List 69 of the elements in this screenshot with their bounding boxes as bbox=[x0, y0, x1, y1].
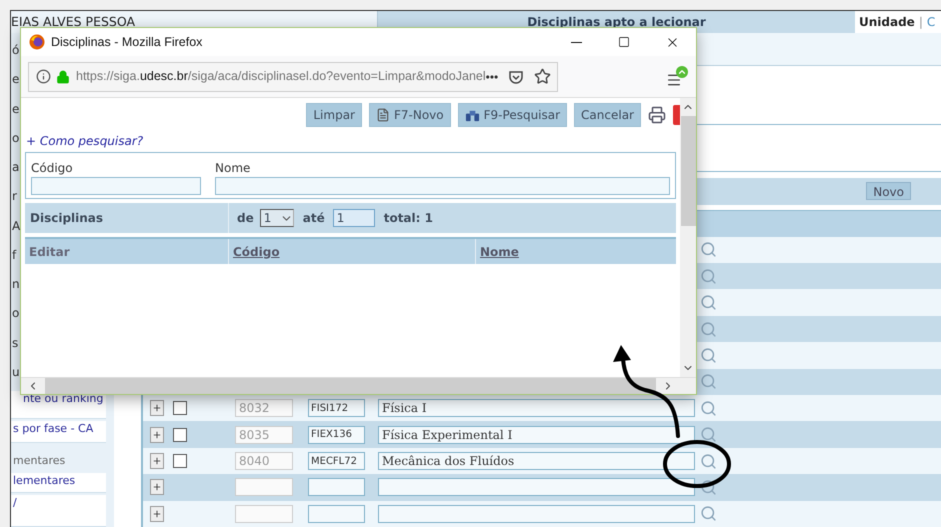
column-header[interactable]: Nome bbox=[480, 242, 519, 260]
tab[interactable]: Unidade bbox=[859, 13, 915, 31]
toolbar-button[interactable]: Limpar bbox=[306, 103, 362, 127]
vertical-scrollbar[interactable] bbox=[680, 98, 696, 377]
expand-button[interactable] bbox=[150, 453, 164, 470]
browser-logo-icon bbox=[29, 34, 45, 50]
code-field[interactable] bbox=[308, 504, 365, 523]
tab-separator: | bbox=[918, 14, 923, 31]
to-label: até bbox=[302, 210, 325, 227]
checkbox[interactable] bbox=[173, 401, 187, 416]
sidebar-link[interactable]: lementares bbox=[11, 473, 106, 493]
column-header[interactable]: Código bbox=[233, 242, 280, 260]
name-field[interactable]: Física I bbox=[378, 399, 695, 418]
plus-icon bbox=[152, 403, 162, 414]
plus-icon bbox=[152, 430, 162, 440]
name-field[interactable]: Física Experimental I bbox=[378, 426, 695, 444]
menu-icon[interactable] bbox=[666, 72, 682, 88]
toolbar-button[interactable]: Cancelar bbox=[574, 103, 641, 127]
expand-button[interactable] bbox=[150, 400, 164, 416]
field-label: Nome bbox=[215, 161, 252, 175]
code-field[interactable]: MECFL72 bbox=[308, 452, 365, 470]
user-name: EIAS ALVES PESSOA bbox=[11, 12, 136, 31]
help-link[interactable]: + Como pesquisar? bbox=[26, 132, 144, 150]
pocket-icon[interactable] bbox=[508, 68, 524, 84]
star-icon[interactable] bbox=[534, 68, 552, 85]
toolbar-button[interactable]: F9-Pesquisar bbox=[458, 103, 568, 127]
update-badge-icon bbox=[676, 66, 688, 78]
code-field[interactable]: FIEX136 bbox=[308, 426, 365, 444]
sidebar-heading: mentares bbox=[12, 454, 66, 467]
field-label: Código bbox=[31, 161, 74, 175]
url-text: https://siga.udesc.br/siga/aca/disciplinasel.do?evento=Limpar&modoJanel bbox=[76, 68, 486, 86]
search-field[interactable] bbox=[215, 177, 670, 195]
page-actions-button[interactable]: ••• bbox=[486, 68, 498, 86]
name-field[interactable]: Mecânica dos Fluídos bbox=[378, 452, 695, 470]
page-title: Disciplinas apto a lecionar bbox=[527, 14, 706, 31]
to-field[interactable]: 1 bbox=[332, 209, 375, 227]
code-field[interactable]: FISI172 bbox=[308, 399, 365, 418]
search-field[interactable] bbox=[31, 177, 201, 195]
code-field[interactable] bbox=[308, 478, 365, 496]
address-bar[interactable]: https://siga.udesc.br/siga/aca/disciplinasel.do?evento=Limpar&modoJanel••• bbox=[28, 62, 558, 92]
info-icon[interactable] bbox=[36, 69, 51, 84]
total-count: total: 1 bbox=[384, 210, 433, 227]
scroll-thumb[interactable] bbox=[680, 116, 696, 226]
window-title: Disciplinas - Mozilla Firefox bbox=[51, 34, 202, 51]
column-header: Editar bbox=[29, 244, 70, 260]
lock-icon[interactable] bbox=[56, 70, 70, 84]
from-label: de bbox=[237, 210, 254, 227]
sidebar-link[interactable]: s por fase - CA bbox=[11, 421, 106, 443]
plus-icon bbox=[152, 456, 162, 466]
plus-icon bbox=[152, 482, 162, 492]
checkbox[interactable] bbox=[173, 428, 187, 442]
printer-icon[interactable] bbox=[648, 106, 666, 124]
list-title: Disciplinas bbox=[29, 210, 104, 227]
toolbar-button[interactable]: F7-Novo bbox=[369, 103, 451, 127]
expand-button[interactable] bbox=[150, 506, 164, 522]
page-select[interactable]: 1 bbox=[260, 209, 294, 227]
id-field[interactable] bbox=[235, 478, 293, 496]
sidebar-link[interactable]: / bbox=[11, 495, 106, 527]
new-button[interactable]: Novo bbox=[866, 182, 911, 200]
search-icon[interactable] bbox=[700, 478, 717, 496]
maximize-icon bbox=[618, 36, 630, 48]
plus-icon bbox=[152, 508, 162, 519]
id-field[interactable] bbox=[235, 504, 293, 523]
checkbox[interactable] bbox=[173, 454, 187, 468]
document-icon bbox=[376, 108, 390, 122]
expand-button[interactable] bbox=[150, 426, 164, 443]
highlight-ellipse bbox=[663, 440, 731, 488]
search-icon[interactable] bbox=[700, 426, 717, 444]
expand-button[interactable] bbox=[150, 479, 164, 496]
